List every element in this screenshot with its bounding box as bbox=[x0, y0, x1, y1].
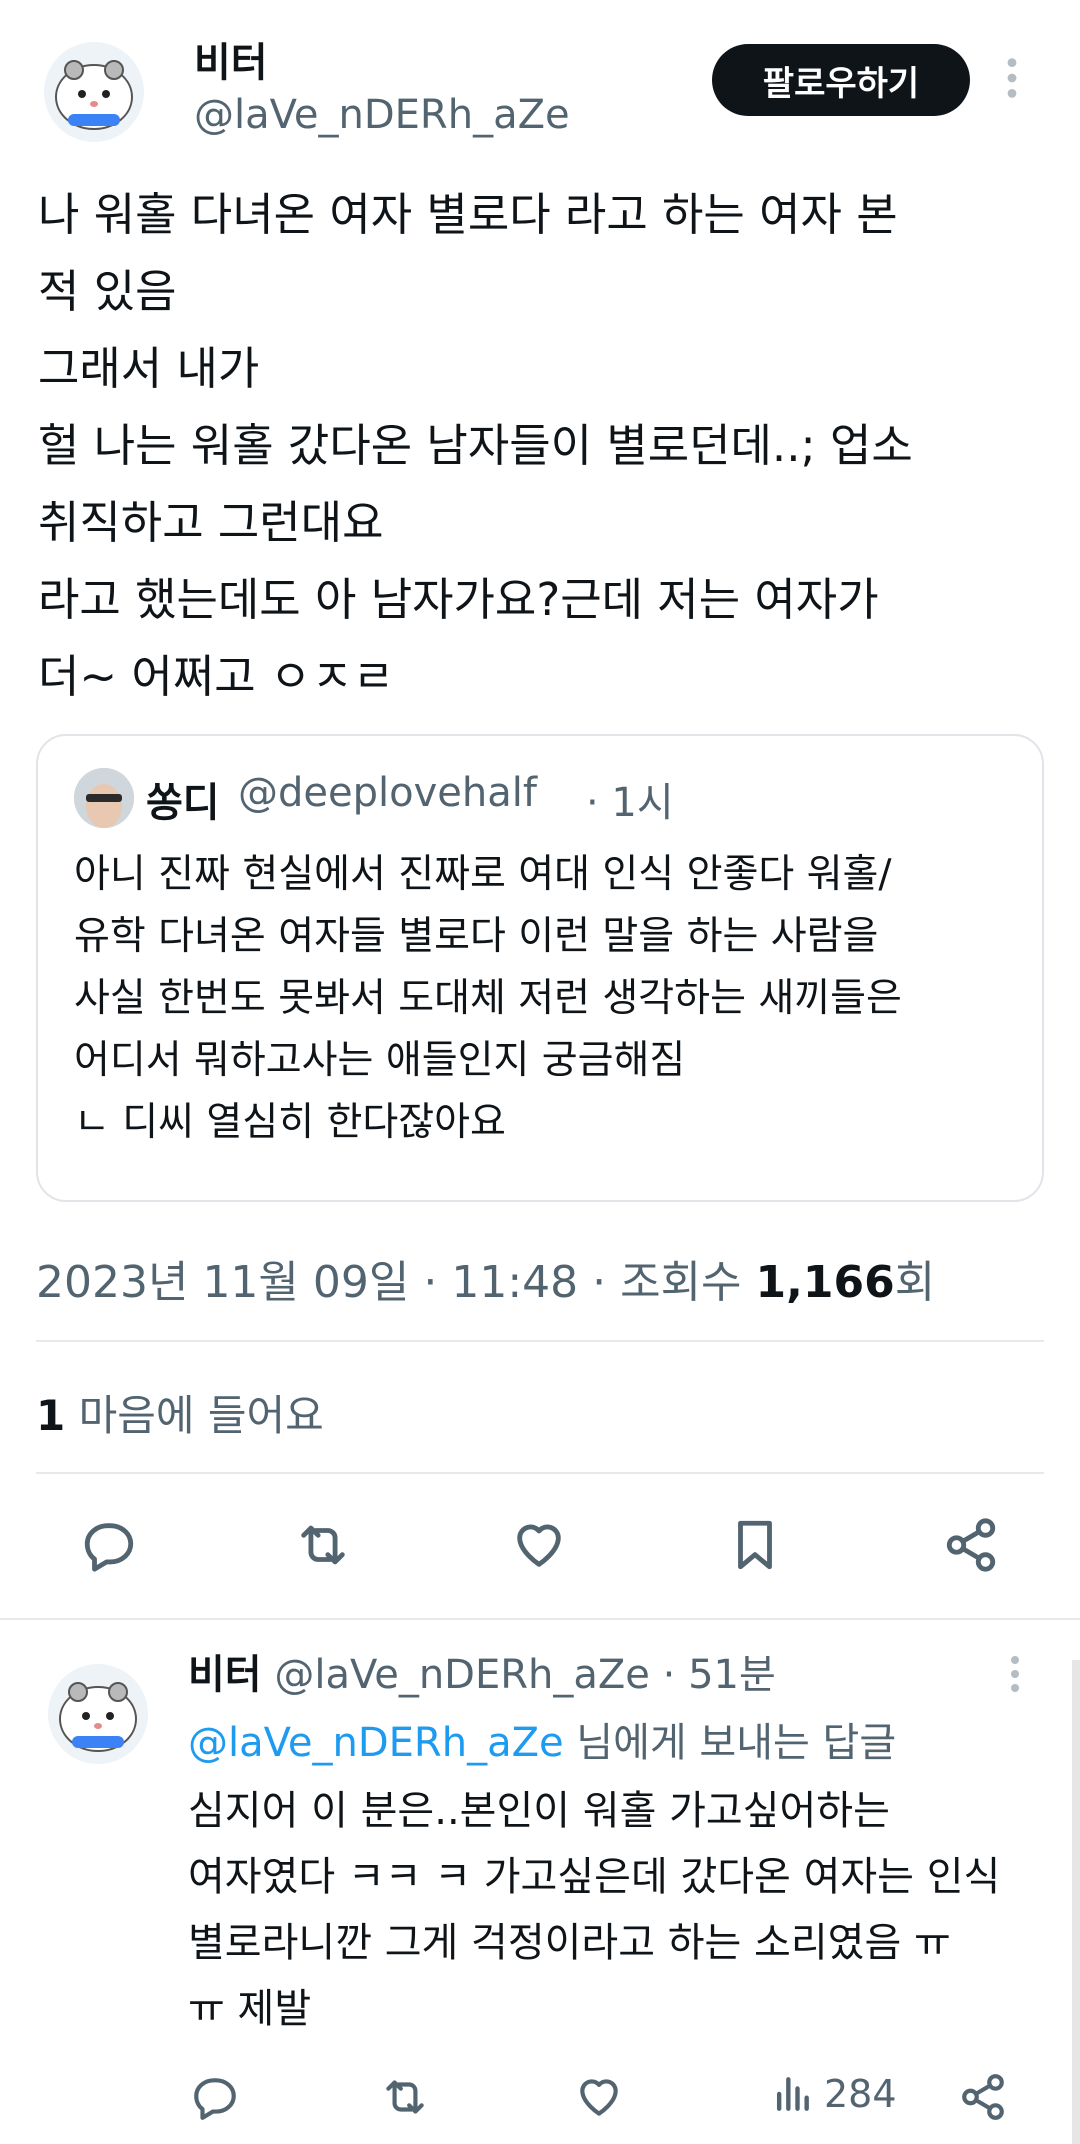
quote-text: 아니 진짜 현실에서 진짜로 여대 인식 안좋다 워홀/ 유학 다녀온 여자들 … bbox=[74, 852, 902, 1145]
reply-icon[interactable] bbox=[190, 2072, 240, 2126]
share-icon[interactable] bbox=[958, 2072, 1008, 2126]
author-name[interactable]: 비터 bbox=[194, 30, 268, 88]
quote-author-name: 쏭디 bbox=[146, 780, 220, 826]
tweet-meta: 2023년 11월 09일 · 11:48 · 조회수 1,166회 bbox=[36, 1246, 935, 1310]
heart-icon[interactable] bbox=[510, 1516, 568, 1578]
view-suffix: 회 bbox=[894, 1257, 936, 1308]
quote-author-avatar bbox=[74, 768, 134, 828]
hamster-avatar-icon bbox=[44, 42, 144, 142]
reply-icon[interactable] bbox=[80, 1516, 138, 1578]
timestamp: 2023년 11월 09일 · 11:48 · 조회수 bbox=[36, 1257, 756, 1308]
reply-more-icon[interactable] bbox=[1010, 1654, 1036, 1698]
hamster-avatar-icon bbox=[48, 1664, 148, 1764]
section-divider bbox=[0, 1618, 1080, 1620]
reply-text: 심지어 이 분은..본인이 워홀 가고싶어하는 여자였다 ㅋㅋ ㅋ 가고싶은데 … bbox=[188, 1788, 1001, 2032]
bookmark-icon[interactable] bbox=[726, 1516, 784, 1578]
quote-tweet-card[interactable]: 쏭디 @deeplovehalf · 1시 아니 진짜 현실에서 진짜로 여대 … bbox=[36, 734, 1044, 1202]
author-avatar[interactable] bbox=[44, 42, 144, 142]
reply-author-avatar[interactable] bbox=[48, 1664, 148, 1764]
more-vertical-icon[interactable] bbox=[1006, 56, 1036, 106]
like-count: 1 bbox=[36, 1391, 66, 1440]
view-count: 1,166 bbox=[755, 1257, 895, 1308]
person-avatar-icon bbox=[74, 768, 134, 828]
divider bbox=[36, 1340, 1044, 1342]
views-icon bbox=[776, 2077, 809, 2111]
quote-time: · 1시 bbox=[586, 780, 674, 826]
reply-header: 비터 @laVe_nDERh_aZe · 51분 bbox=[188, 1642, 776, 1700]
retweet-icon[interactable] bbox=[294, 1516, 352, 1578]
reply-author-name[interactable]: 비터 bbox=[188, 1652, 262, 1698]
views-count: 284 bbox=[824, 2072, 897, 2116]
share-icon[interactable] bbox=[942, 1516, 1000, 1578]
reply-author-handle[interactable]: @laVe_nDERh_aZe bbox=[274, 1652, 650, 1698]
author-handle[interactable]: @laVe_nDERh_aZe bbox=[194, 92, 570, 138]
retweet-icon[interactable] bbox=[380, 2072, 430, 2126]
likes-summary[interactable]: 1 마음에 들어요 bbox=[36, 1382, 324, 1443]
quote-author-handle: @deeplovehalf bbox=[238, 770, 537, 816]
scrollbar[interactable] bbox=[1072, 1660, 1080, 2144]
divider bbox=[36, 1472, 1044, 1474]
tweet-text: 나 워홀 다녀온 여자 별로다 라고 하는 여자 본 적 있음 그래서 내가 헐… bbox=[38, 188, 913, 703]
like-label: 마음에 들어요 bbox=[78, 1391, 324, 1440]
replying-to-handle[interactable]: @laVe_nDERh_aZe bbox=[188, 1720, 564, 1766]
follow-button[interactable]: 팔로우하기 bbox=[712, 44, 970, 116]
reply-time: · 51분 bbox=[662, 1652, 776, 1698]
replying-to-suffix: 님에게 보내는 답글 bbox=[563, 1720, 897, 1766]
heart-icon[interactable] bbox=[574, 2072, 624, 2126]
views-button[interactable]: 284 bbox=[770, 2072, 897, 2116]
replying-to: @laVe_nDERh_aZe 님에게 보내는 답글 bbox=[188, 1710, 896, 1768]
